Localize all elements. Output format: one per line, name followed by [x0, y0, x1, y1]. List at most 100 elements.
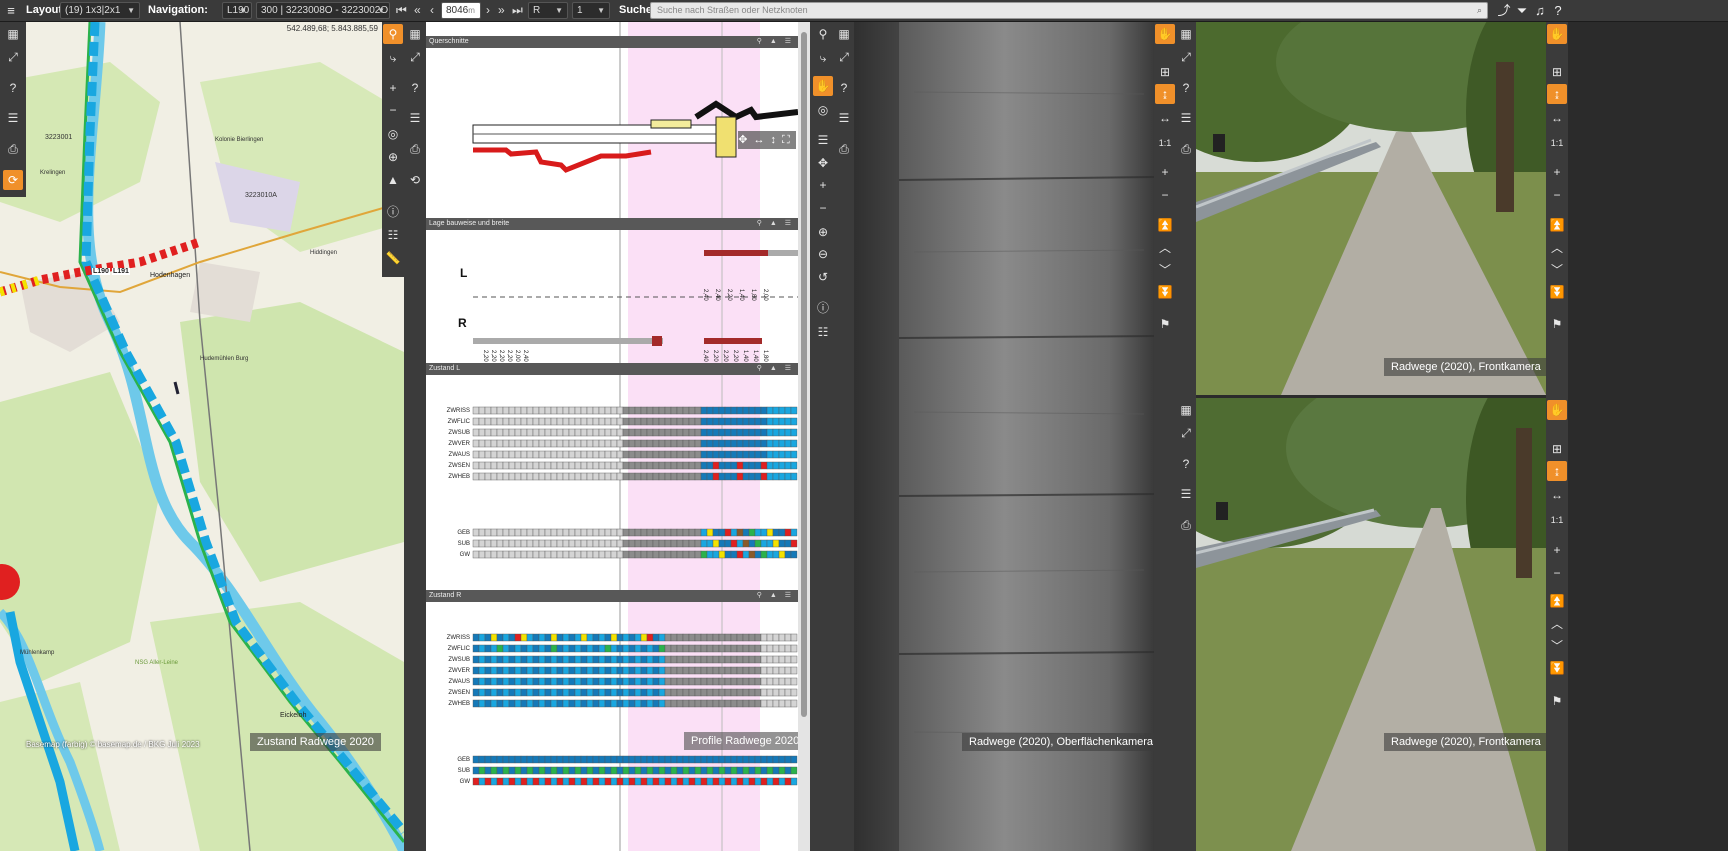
next-button[interactable]: › [486, 3, 490, 18]
previous-frame-icon[interactable]: ︿ [1547, 614, 1567, 634]
last-section-button[interactable]: ⏭ [512, 3, 523, 18]
profile-content[interactable]: L R Profile Radwege 2020 ✥↔↕⛶ [426, 22, 798, 851]
zoom-out-icon[interactable]: − [1155, 185, 1175, 205]
route-icon[interactable]: ⤷ [383, 48, 403, 68]
target-icon[interactable]: ◎ [813, 100, 833, 120]
first-frame-icon[interactable]: ⏫ [1155, 215, 1175, 235]
pan-hand-icon[interactable]: ✋ [1547, 400, 1567, 420]
previous-button[interactable]: ‹ [430, 3, 434, 18]
zoom-in-icon[interactable]: + [1547, 540, 1567, 560]
filter-icon[interactable]: ⏷ [1513, 2, 1531, 20]
grid-icon[interactable]: ▦ [1176, 24, 1196, 44]
flag-icon[interactable]: ⚑ [1547, 691, 1567, 711]
zoom-in-icon[interactable]: + [1155, 162, 1175, 182]
zoom-in-icon[interactable]: + [813, 175, 833, 195]
next-fast-button[interactable]: » [498, 3, 505, 18]
section-header-lage[interactable]: Lage bauweise und breite ⚲ ▲ ☰ [426, 218, 798, 230]
target-icon[interactable]: ◎ [383, 124, 403, 144]
section-header-zustand-l[interactable]: Zustand L ⚲ ▲ ☰ [426, 363, 798, 375]
fit-width-icon[interactable]: ↔ [1547, 485, 1567, 505]
previous-frame-icon[interactable]: ︿ [1155, 238, 1175, 258]
export-icon[interactable]: ⎙ [1176, 139, 1196, 159]
expand-icon[interactable]: ⤢ [834, 47, 854, 67]
profile-scrollbar[interactable] [798, 22, 810, 851]
direction-select[interactable]: R ▼ [528, 2, 568, 19]
refresh-search-icon[interactable]: ⟲ [405, 170, 425, 190]
next-frame-icon[interactable]: ﹀ [1547, 636, 1567, 656]
search-input[interactable]: Suche nach Straßen oder Netzknoten ⌕ [650, 2, 1488, 19]
pin-icon[interactable]: ⚲ [383, 24, 403, 44]
section-header-querschnitte[interactable]: Querschnitte ⚲ ▲ ☰ [426, 36, 798, 48]
settings-sliders-icon[interactable]: ☰ [3, 108, 23, 128]
bell-icon[interactable]: ♫ [1531, 2, 1549, 20]
fit-width-icon[interactable]: ↔ [1155, 108, 1175, 128]
scale-label[interactable]: 1:1 [1547, 133, 1567, 153]
section-header-zustand-r[interactable]: Zustand R ⚲ ▲ ☰ [426, 590, 798, 602]
expand-icon[interactable]: ⤢ [1176, 423, 1196, 443]
first-frame-icon[interactable]: ⏫ [1547, 591, 1567, 611]
export-icon[interactable]: ⎙ [1176, 515, 1196, 535]
next-frame-icon[interactable]: ﹀ [1155, 260, 1175, 280]
zoom-out-icon[interactable]: − [1547, 563, 1567, 583]
help-icon[interactable]: ? [834, 78, 854, 98]
settings-sliders-icon[interactable]: ☰ [405, 108, 425, 128]
station-input[interactable]: 8046m [441, 2, 481, 19]
grid-icon[interactable]: ▦ [834, 24, 854, 44]
ruler-icon[interactable]: 📏 [383, 248, 403, 268]
grid-icon[interactable]: ▦ [3, 24, 23, 44]
pin-icon[interactable]: ⚲ [813, 24, 833, 44]
info-icon[interactable]: ⓘ [383, 202, 403, 222]
help-icon[interactable]: ? [1176, 78, 1196, 98]
settings-sliders-icon[interactable]: ☰ [834, 108, 854, 128]
export-icon[interactable]: ⎙ [405, 139, 425, 159]
undo-icon[interactable]: ↺ [813, 267, 833, 287]
zoom-in-icon[interactable]: + [1547, 162, 1567, 182]
flag-icon[interactable]: ⚑ [1547, 314, 1567, 334]
flag-icon[interactable]: ⚑ [1155, 314, 1175, 334]
section-controls[interactable]: ⚲ ▲ ☰ [757, 218, 794, 230]
last-frame-icon[interactable]: ⏬ [1547, 658, 1567, 678]
fit-width-icon[interactable]: ↔ [1547, 108, 1567, 128]
surface-camera-image[interactable]: Radwege (2020), Oberflächenkamera [854, 22, 1154, 851]
previous-fast-button[interactable]: « [414, 3, 421, 18]
zoom-out-icon[interactable]: − [813, 198, 833, 218]
help-icon[interactable]: ? [3, 78, 23, 98]
globe-icon[interactable]: ⊕ [383, 147, 403, 167]
move-icon[interactable]: ✥ [813, 153, 833, 173]
settings-sliders-icon[interactable]: ☰ [1176, 108, 1196, 128]
grid-icon[interactable]: ▦ [1176, 400, 1196, 420]
grid-icon[interactable]: ▦ [405, 24, 425, 44]
scale-label[interactable]: 1:1 [1547, 510, 1567, 530]
help-icon[interactable]: ? [1549, 2, 1567, 20]
last-frame-icon[interactable]: ⏬ [1547, 282, 1567, 302]
sliders-icon[interactable]: ☰ [813, 130, 833, 150]
search-icon[interactable]: ⌕ [1477, 3, 1482, 18]
help-icon[interactable]: ? [1176, 454, 1196, 474]
layers-list-icon[interactable]: ☷ [383, 225, 403, 245]
zoom-out-icon[interactable]: − [383, 100, 403, 120]
expand-icon[interactable]: ⤢ [405, 47, 425, 67]
settings-sliders-icon[interactable]: ☰ [1176, 484, 1196, 504]
fit-icon[interactable]: ⊞ [1547, 439, 1567, 459]
lane-select[interactable]: 1 ▼ [572, 2, 610, 19]
first-section-button[interactable]: ⏮ [396, 3, 407, 18]
scale-label[interactable]: 1:1 [1155, 133, 1175, 153]
fit-height-icon[interactable]: ↨ [1155, 84, 1175, 104]
export-icon[interactable]: ⎙ [3, 139, 23, 159]
last-frame-icon[interactable]: ⏬ [1155, 282, 1175, 302]
layout-select[interactable]: (19) 1x3|2x1 ▼ [60, 2, 140, 19]
menu-icon[interactable]: ≡ [2, 2, 20, 20]
road-select[interactable]: L190 ▼ [222, 2, 252, 19]
section-controls[interactable]: ⚲ ▲ ☰ [757, 590, 794, 602]
profile-move-controls[interactable]: ✥↔↕⛶ [738, 131, 796, 149]
section-controls[interactable]: ⚲ ▲ ☰ [757, 36, 794, 48]
fit-icon[interactable]: ⊞ [1547, 62, 1567, 82]
zoom-in-icon[interactable]: + [383, 78, 403, 98]
expand-icon[interactable]: ⤢ [1176, 47, 1196, 67]
section-controls[interactable]: ⚲ ▲ ☰ [757, 363, 794, 375]
next-frame-icon[interactable]: ﹀ [1547, 260, 1567, 280]
pan-hand-icon[interactable]: ✋ [1155, 24, 1175, 44]
export-icon[interactable]: ⎙ [834, 139, 854, 159]
section-select[interactable]: 300 | 3223008O - 3223002O ▼ [256, 2, 390, 19]
north-arrow-icon[interactable]: ▲ [383, 170, 403, 190]
